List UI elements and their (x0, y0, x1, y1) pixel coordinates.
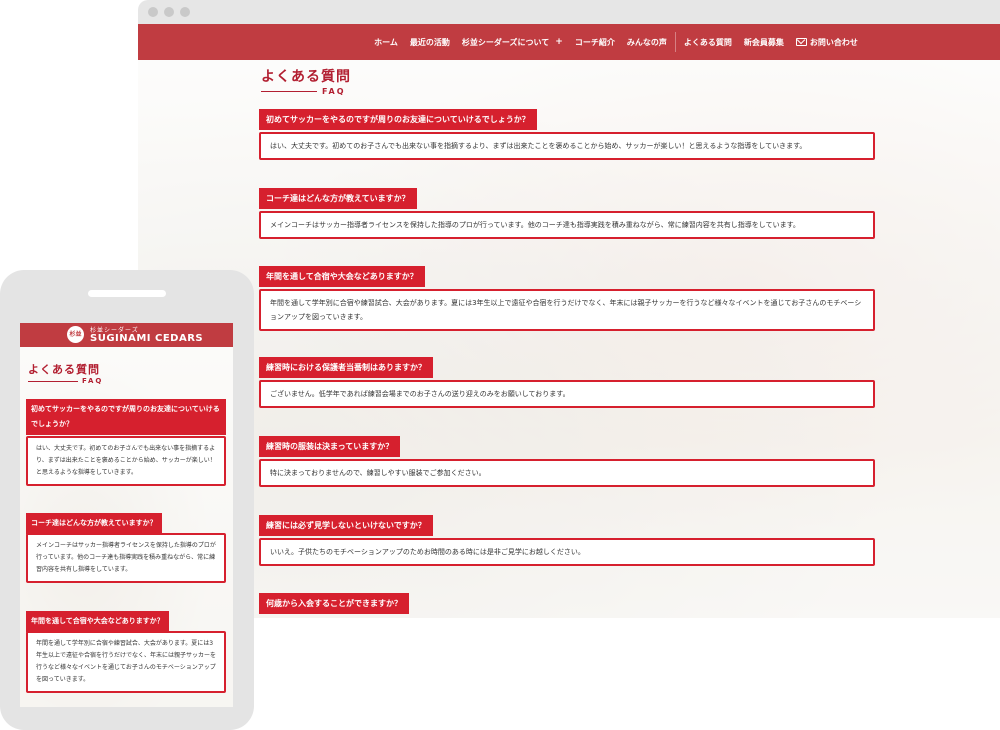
logo-mark[interactable]: 杉並 (67, 326, 84, 343)
nav-label: ホーム (374, 37, 398, 47)
nav-item-contact[interactable]: お問い合わせ (790, 37, 864, 48)
subtitle-text: FAQ (322, 87, 346, 96)
nav-label: 最近の活動 (409, 37, 450, 47)
faq-answer: メインコーチはサッカー指導者ライセンスを保持した指導のプロが行っています。他のコ… (26, 533, 226, 583)
nav-item-about[interactable]: 杉並シーダーズについて + (456, 37, 569, 48)
faq-question[interactable]: コーチ達はどんな方が教えていますか？ (259, 188, 417, 209)
nav-label: みんなの声 (626, 37, 667, 47)
faq-answer: はい、大丈夫です。初めてのお子さんでも出来ない事を指摘するより、まずは出来たこと… (26, 436, 226, 486)
faq-answer: 年間を通して学年別に合宿や練習試合、大会があります。夏には3年生以上で遠征や合宿… (26, 631, 226, 693)
faq-question[interactable]: 初めてサッカーをやるのですが周りのお友達についていけるでしょうか？ (259, 109, 537, 130)
browser-titlebar (138, 0, 1000, 24)
subtitle-rule (28, 380, 78, 382)
faq-answer: いいえ。子供たちのモチベーションアップのためお時間のある時には是非ご見学にお越し… (259, 538, 875, 566)
nav-label: よくある質問 (683, 37, 732, 47)
page-subtitle: FAQ (261, 87, 346, 96)
faq-question[interactable]: 何歳から入会することができますか？ (259, 593, 409, 614)
nav-label: 新会員募集 (743, 37, 784, 47)
faq-answer: はい、大丈夫です。初めてのお子さんでも出来ない事を指摘するより、まずは出来たこと… (259, 132, 875, 160)
window-dot-icon (148, 7, 158, 17)
nav-item-coaches[interactable]: コーチ紹介 (569, 37, 621, 48)
nav-item-home[interactable]: ホーム (368, 37, 404, 48)
faq-question[interactable]: 年間を通して合宿や大会などありますか？ (26, 611, 169, 632)
nav-item-activities[interactable]: 最近の活動 (404, 37, 456, 48)
phone-speaker (88, 290, 166, 297)
window-dot-icon (180, 7, 190, 17)
page-title: よくある質問 (28, 363, 100, 376)
page-title: よくある質問 (261, 69, 351, 85)
subtitle-rule (261, 91, 317, 92)
plus-icon: + (555, 37, 563, 47)
faq-answer: 特に決まっておりませんので、練習しやすい服装でご参加ください。 (259, 459, 875, 487)
nav-item-recruit[interactable]: 新会員募集 (738, 37, 790, 48)
nav-label: コーチ紹介 (574, 37, 615, 47)
nav-divider (674, 32, 676, 52)
mobile-header: 杉並 杉並シーダーズ SUGINAMI CEDARS (20, 323, 233, 347)
faq-question[interactable]: 練習時における保護者当番制はありますか？ (259, 357, 433, 378)
faq-answer: メインコーチはサッカー指導者ライセンスを保持した指導のプロが行っています。他のコ… (259, 211, 875, 239)
phone-frame: 杉並 杉並シーダーズ SUGINAMI CEDARS よくある質問 FAQ 初め… (0, 270, 254, 730)
main-nav: ホーム 最近の活動 杉並シーダーズについて + コーチ紹介 みんなの声 よくある質… (138, 24, 1000, 60)
subtitle-text: FAQ (82, 377, 104, 385)
page-subtitle: FAQ (28, 377, 103, 385)
desktop-browser-frame: ホーム 最近の活動 杉並シーダーズについて + コーチ紹介 みんなの声 よくある質… (138, 0, 1000, 618)
mobile-page: 杉並 杉並シーダーズ SUGINAMI CEDARS よくある質問 FAQ 初め… (20, 323, 233, 707)
window-dot-icon (164, 7, 174, 17)
faq-question[interactable]: 練習には必ず見学しないといけないですか？ (259, 515, 433, 536)
nav-item-faq[interactable]: よくある質問 (678, 37, 738, 48)
nav-item-voices[interactable]: みんなの声 (621, 37, 673, 48)
faq-question[interactable]: 年間を通して合宿や大会などありますか？ (259, 266, 425, 287)
faq-answer: 年間を通して学年別に合宿や練習試合、大会があります。夏には3年生以上で遠征や合宿… (259, 289, 875, 331)
desktop-page: ホーム 最近の活動 杉並シーダーズについて + コーチ紹介 みんなの声 よくある質… (138, 24, 1000, 618)
faq-heading: よくある質問 FAQ (261, 66, 351, 96)
faq-question[interactable]: コーチ達はどんな方が教えていますか？ (26, 513, 162, 534)
faq-answer: ございません。低学年であれば練習会場までのお子さんの送り迎えのみをお願いしており… (259, 380, 875, 408)
faq-question[interactable]: 初めてサッカーをやるのですが周りのお友達についていけるでしょうか？ (26, 399, 226, 435)
faq-question[interactable]: 練習時の服装は決まっていますか？ (259, 436, 401, 457)
nav-label: お問い合わせ (809, 37, 858, 47)
mail-icon (795, 38, 807, 46)
logo-main-text[interactable]: SUGINAMI CEDARS (90, 333, 203, 344)
nav-label: 杉並シーダーズについて (461, 37, 550, 47)
